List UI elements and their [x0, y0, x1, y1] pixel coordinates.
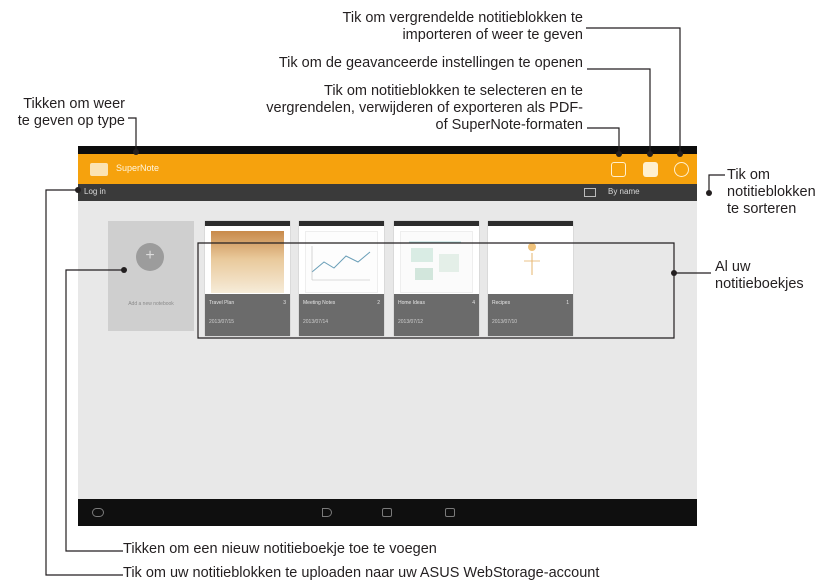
- annotation-upload: Tik om uw notitieblokken te uploaden naa…: [123, 565, 600, 581]
- annotation-all-notebooks: Al uw notitieboekjes: [715, 259, 804, 292]
- chart-sketch-icon: [311, 246, 371, 281]
- sketch-icon: [409, 241, 461, 280]
- notebook-card[interactable]: Recipes 1 2013/07/10: [488, 221, 573, 336]
- settings-icon[interactable]: [643, 162, 658, 177]
- notebook-name: Meeting Notes: [303, 300, 336, 306]
- notebook-page-count: 4: [472, 300, 475, 306]
- cloud-icon[interactable]: [92, 508, 104, 517]
- app-logo-icon[interactable]: [90, 163, 108, 176]
- notebook-grid: Add a new notebook Travel Plan 3 2013/07…: [78, 201, 697, 499]
- recent-apps-icon[interactable]: [445, 508, 455, 517]
- toolbar: Log in By name: [78, 184, 697, 201]
- select-icon[interactable]: [611, 162, 626, 177]
- notebook-name: Travel Plan: [209, 300, 235, 306]
- notebook-card[interactable]: Travel Plan 3 2013/07/15: [205, 221, 290, 336]
- annotation-view-by-type: Tikken om weer te geven op type: [17, 96, 125, 129]
- sort-icon[interactable]: [584, 188, 596, 197]
- notebook-name: Recipes: [492, 300, 511, 306]
- lock-icon[interactable]: [674, 162, 689, 177]
- add-notebook-button[interactable]: Add a new notebook: [108, 221, 194, 331]
- sketch-icon: [524, 243, 540, 275]
- notebook-thumbnail: [494, 231, 567, 293]
- notebook-card[interactable]: Home Ideas 4 2013/07/12: [394, 221, 479, 336]
- sort-button[interactable]: By name: [608, 187, 640, 196]
- annotation-select-lock: Tik om notitieblokken te selecteren en t…: [266, 83, 583, 133]
- tablet-screen: SuperNote Log in By name Add a new noteb…: [78, 146, 697, 526]
- notebook-date: 2013/07/10: [492, 319, 518, 325]
- notebook-page-count: 3: [283, 300, 286, 306]
- annotation-advanced-settings: Tik om de geavanceerde instellingen te o…: [278, 55, 583, 71]
- notebook-thumbnail: [211, 231, 284, 293]
- annotation-import-locked: Tik om vergrendelde notitieblokken te im…: [342, 10, 583, 43]
- plus-icon: [136, 243, 164, 271]
- notebook-date: 2013/07/12: [398, 319, 424, 325]
- status-bar: [78, 146, 697, 154]
- notebook-date: 2013/07/14: [303, 319, 329, 325]
- notebook-page-count: 2: [377, 300, 380, 306]
- notebook-thumbnail: [400, 231, 473, 293]
- home-icon[interactable]: [382, 508, 392, 517]
- navigation-bar: [78, 499, 697, 526]
- notebook-page-count: 1: [566, 300, 569, 306]
- app-bar: SuperNote: [78, 154, 697, 184]
- add-notebook-label: Add a new notebook: [128, 301, 174, 307]
- notebook-name: Home Ideas: [398, 300, 425, 306]
- notebook-card[interactable]: Meeting Notes 2 2013/07/14: [299, 221, 384, 336]
- login-button[interactable]: Log in: [84, 187, 106, 196]
- back-icon[interactable]: [322, 508, 332, 517]
- annotation-add-notebook: Tikken om een nieuw notitieboekje toe te…: [123, 541, 437, 557]
- notebook-date: 2013/07/15: [209, 319, 235, 325]
- app-title: SuperNote: [116, 163, 160, 173]
- annotation-sort: Tik om notitieblokken te sorteren: [727, 167, 816, 217]
- notebook-thumbnail: [305, 231, 378, 293]
